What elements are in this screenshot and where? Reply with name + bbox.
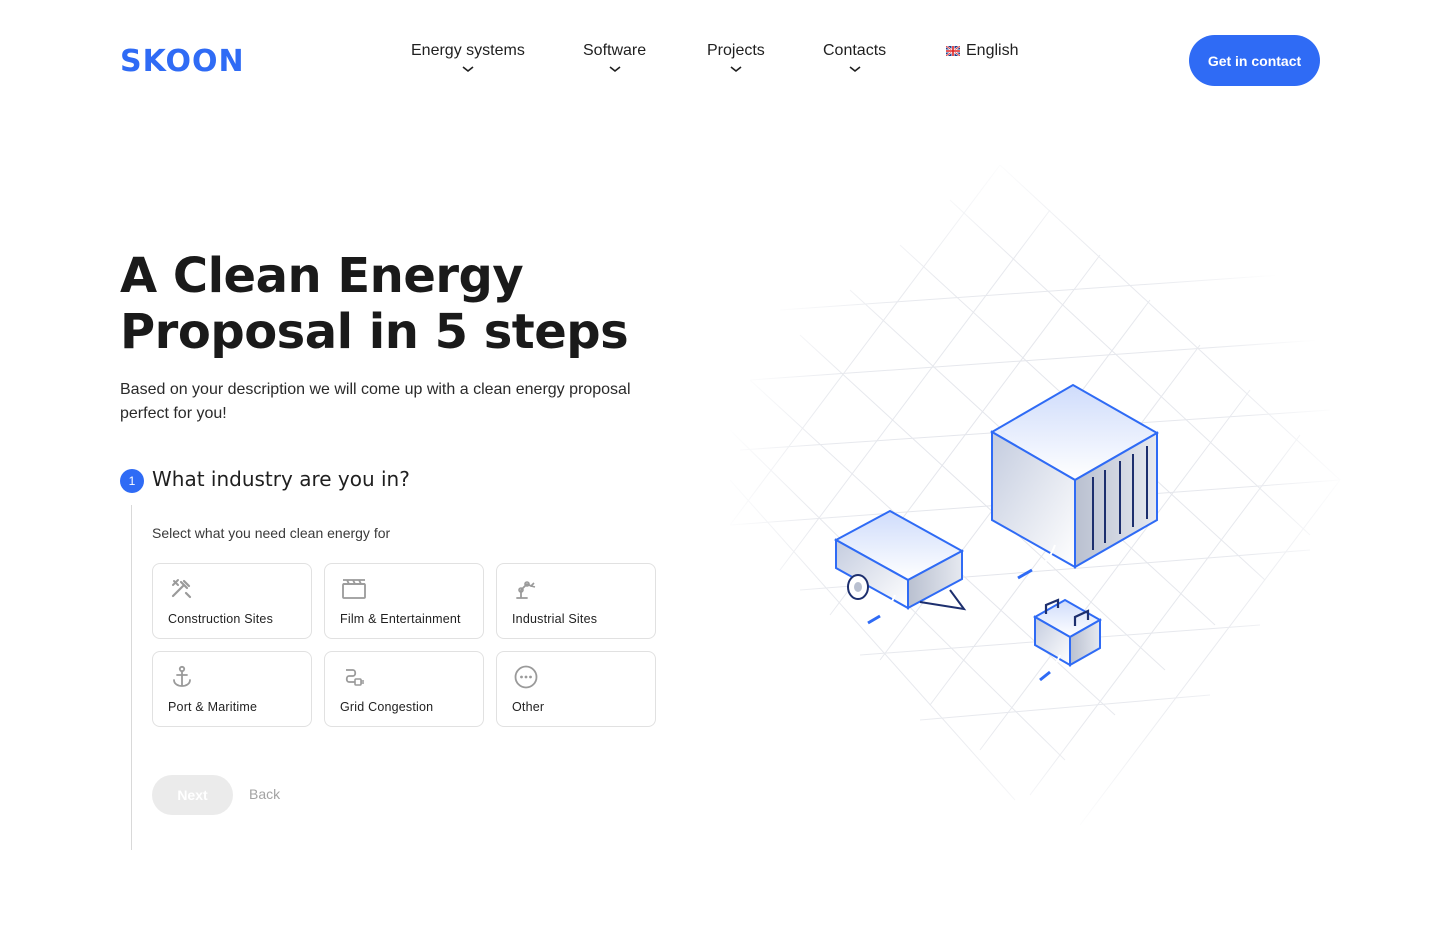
nav-label: Projects — [707, 42, 765, 59]
plug-icon — [345, 669, 364, 686]
logo[interactable]: SKOON — [120, 44, 245, 79]
option-label: Other — [512, 700, 545, 714]
option-film-entertainment[interactable]: Film & Entertainment — [324, 563, 484, 639]
option-label: Film & Entertainment — [340, 612, 461, 626]
nav-label: Energy systems — [411, 42, 525, 59]
nav-label: Contacts — [823, 42, 887, 59]
nav-contacts[interactable]: Contacts — [823, 42, 886, 74]
option-label: Industrial Sites — [512, 612, 598, 626]
next-button[interactable]: Next — [152, 775, 233, 815]
option-other[interactable]: Other — [496, 651, 656, 727]
nav-label: Software — [583, 42, 647, 59]
option-port-maritime[interactable]: Port & Maritime — [152, 651, 312, 727]
energy-systems-illustration — [720, 150, 1350, 840]
site-header: SKOON Energy systems Software Projects C… — [0, 0, 1440, 120]
step-hint: Select what you need clean energy for — [152, 525, 391, 541]
more-icon — [514, 665, 538, 689]
robot-arm-icon — [516, 581, 536, 599]
title-line-2: Proposal in 5 steps — [120, 304, 629, 360]
tools-icon — [171, 579, 192, 599]
uk-flag-icon — [946, 46, 960, 56]
chevron-down-icon — [849, 66, 861, 73]
option-construction-sites[interactable]: Construction Sites — [152, 563, 312, 639]
nav-software[interactable]: Software — [583, 42, 646, 74]
page-title: A Clean Energy Proposal in 5 steps — [120, 248, 680, 360]
language-label: English — [966, 42, 1019, 59]
language-selector[interactable]: English — [946, 42, 1018, 60]
title-line-1: A Clean Energy — [120, 248, 524, 304]
nav-energy-systems[interactable]: Energy systems — [411, 42, 525, 74]
back-button[interactable]: Back — [249, 786, 280, 802]
get-in-contact-button[interactable]: Get in contact — [1189, 35, 1320, 86]
step-number-badge: 1 — [120, 469, 144, 493]
step-progress-line — [131, 505, 132, 850]
chevron-down-icon — [462, 66, 474, 73]
page-subtitle: Based on your description we will come u… — [120, 381, 631, 422]
option-label: Grid Congestion — [340, 700, 434, 714]
industry-options: Construction Sites Film & Entertainment … — [152, 563, 656, 727]
option-label: Construction Sites — [168, 612, 274, 626]
anchor-icon — [173, 665, 191, 687]
option-industrial-sites[interactable]: Industrial Sites — [496, 563, 656, 639]
nav-projects[interactable]: Projects — [707, 42, 765, 74]
option-grid-congestion[interactable]: Grid Congestion — [324, 651, 484, 727]
chevron-down-icon — [730, 66, 742, 73]
step-title: What industry are you in? — [152, 467, 410, 491]
option-label: Port & Maritime — [168, 700, 258, 714]
chevron-down-icon — [609, 66, 621, 73]
clapperboard-icon — [342, 579, 366, 599]
